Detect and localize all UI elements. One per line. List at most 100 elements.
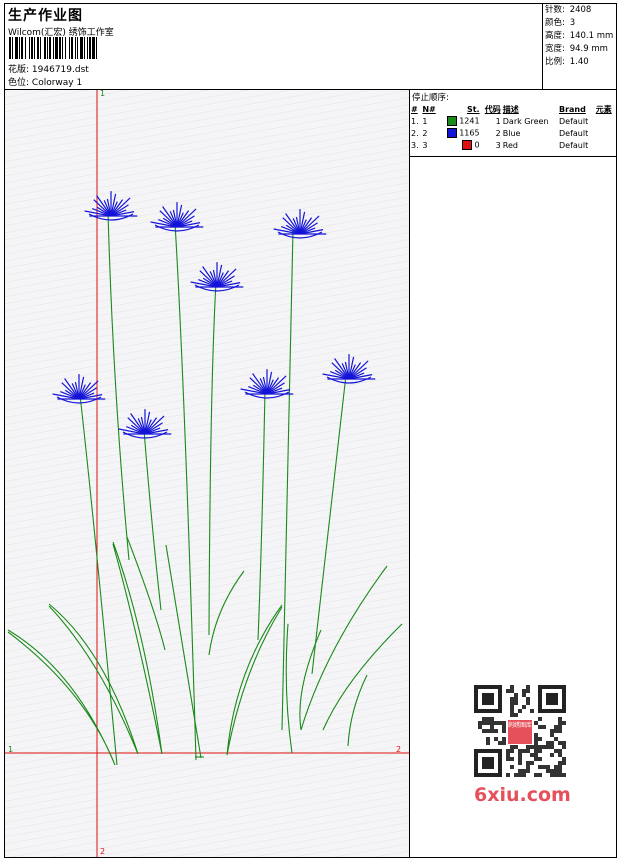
axis-top-label: 1 — [100, 90, 106, 98]
col-stitches: St. — [466, 104, 480, 114]
qr-module — [518, 749, 522, 753]
qr-module — [534, 721, 538, 725]
qr-module — [522, 693, 526, 697]
qr-module — [554, 765, 558, 769]
watermark: 刺绣图库 6xiu.com — [466, 680, 584, 810]
qr-module — [498, 721, 502, 725]
qr-module — [530, 753, 534, 757]
qr-module — [514, 697, 518, 701]
qr-module — [526, 769, 530, 773]
col-element: 元素 — [595, 104, 612, 114]
qr-module — [510, 705, 514, 709]
qr-module — [494, 737, 498, 741]
qr-module — [518, 773, 522, 777]
qr-module — [486, 717, 490, 721]
row-stitches-cell: 0 — [439, 139, 480, 151]
qr-module — [558, 749, 562, 753]
qr-module — [486, 729, 490, 733]
qr-module — [526, 701, 530, 705]
col-needle: N# — [422, 104, 436, 114]
stem-stroke — [48, 603, 139, 755]
row-description: Red — [502, 140, 518, 150]
qr-module — [542, 745, 546, 749]
qr-module — [542, 725, 546, 729]
qr-module — [518, 753, 522, 757]
stem-stroke — [299, 629, 322, 731]
axis-bottom-label: 2 — [100, 847, 106, 856]
row-element — [595, 127, 616, 139]
qr-module — [538, 757, 542, 761]
qr-module — [522, 705, 526, 709]
qr-module — [526, 697, 530, 701]
col-code: 代码 — [484, 104, 501, 114]
qr-module — [538, 737, 542, 741]
qr-finder-core — [482, 693, 494, 705]
qr-module — [558, 769, 562, 773]
qr-module — [538, 749, 542, 753]
row-brand: Default — [558, 140, 589, 150]
stem-stroke — [107, 211, 130, 561]
qr-module — [514, 773, 518, 777]
stem-stroke — [311, 374, 347, 675]
qr-module — [502, 729, 506, 733]
flower-head — [118, 409, 172, 439]
qr-module — [498, 741, 502, 745]
qr-module — [530, 745, 534, 749]
row-index: 3. — [411, 140, 419, 150]
table-row: 1. 1 1241 1 Dark Green Default — [410, 115, 616, 127]
qr-module — [510, 757, 514, 761]
color-swatch — [461, 140, 472, 150]
color-table-header: # N# St. 代码 描述 Brand 元素 — [410, 103, 616, 115]
flower-head — [240, 369, 294, 399]
qr-module — [510, 689, 514, 693]
qr-module — [550, 769, 554, 773]
row-code: 2 — [495, 128, 501, 138]
qr-finder-core — [482, 757, 494, 769]
stem-stroke — [112, 541, 163, 755]
row-brand: Default — [558, 116, 589, 126]
table-row: 3. 3 0 3 Red Default — [410, 139, 616, 151]
stem-stroke — [208, 570, 245, 656]
row-code: 3 — [495, 140, 501, 150]
design-line: 花版: 1946719.dst — [8, 62, 89, 75]
qr-module — [486, 737, 490, 741]
qr-module — [526, 765, 530, 769]
qr-module — [554, 773, 558, 777]
qr-module — [538, 773, 542, 777]
qr-module — [518, 769, 522, 773]
axis-right-label: 2 — [396, 745, 402, 754]
row-description: Dark Green — [502, 116, 549, 126]
color-swatch — [446, 116, 457, 126]
qr-module — [554, 737, 558, 741]
qr-module — [542, 765, 546, 769]
qr-module — [506, 749, 510, 753]
qr-module — [546, 745, 550, 749]
sheet-title: 生产作业图 — [8, 8, 83, 24]
qr-module — [506, 689, 510, 693]
qr-module — [510, 749, 514, 753]
row-index: 1. — [411, 116, 419, 126]
qr-module — [510, 709, 514, 713]
qr-module — [510, 697, 514, 701]
qr-module — [526, 685, 530, 689]
qr-module — [526, 689, 530, 693]
flower-head — [84, 191, 138, 221]
row-description: Blue — [502, 128, 521, 138]
sheet-header: 生产作业图 Wilcom(汇宏) 绣饰工作室 花版: 1946719.dst 色… — [5, 4, 616, 90]
watermark-text: 6xiu.com — [474, 784, 571, 806]
qr-module — [482, 717, 486, 721]
qr-module — [558, 741, 562, 745]
qr-module — [558, 717, 562, 721]
col-description: 描述 — [502, 104, 519, 114]
qr-module — [546, 741, 550, 745]
qr-module — [550, 753, 554, 757]
qr-module — [494, 721, 498, 725]
qr-module — [534, 741, 538, 745]
qr-module — [550, 745, 554, 749]
row-needle: 2 — [422, 128, 428, 138]
embroidery-design — [5, 90, 409, 857]
qr-module — [490, 721, 494, 725]
flower-head — [190, 262, 244, 292]
qr-module — [558, 761, 562, 765]
qr-module — [518, 709, 522, 713]
